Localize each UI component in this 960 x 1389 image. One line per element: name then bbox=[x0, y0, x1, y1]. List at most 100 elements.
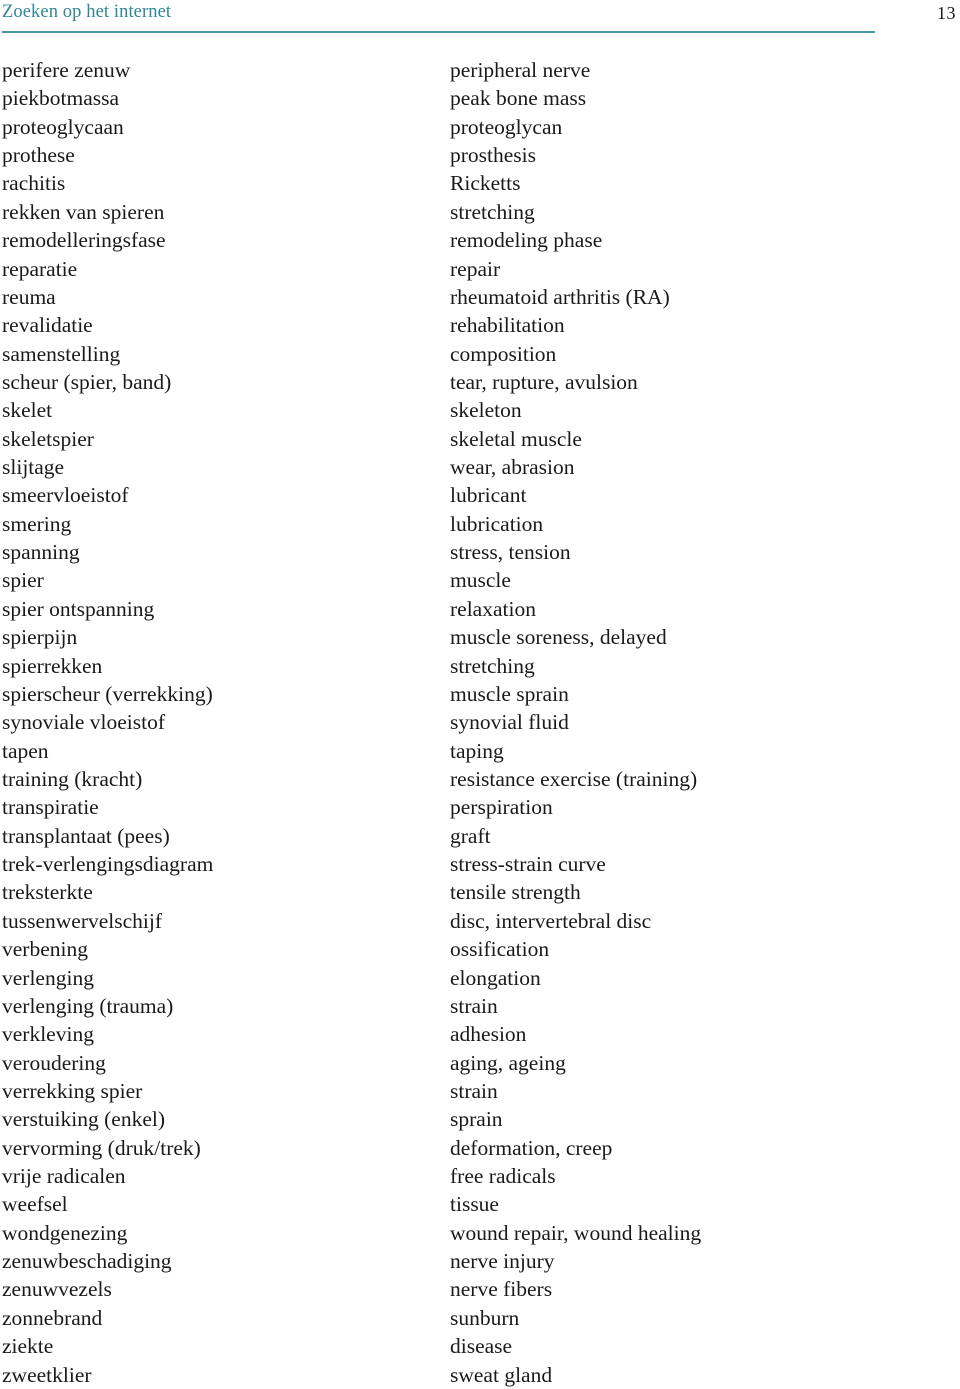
glossary-term-source: prothese bbox=[2, 143, 75, 168]
glossary-term-source: spierpijn bbox=[2, 625, 78, 650]
glossary-term-source: verstuiking (enkel) bbox=[2, 1107, 165, 1132]
glossary-term-source: verrekking spier bbox=[2, 1078, 143, 1103]
glossary-term-target: free radicals bbox=[450, 1164, 556, 1189]
glossary-term-target: tear, rupture, avulsion bbox=[450, 369, 638, 394]
glossary-row: spier ontspanning relaxation bbox=[0, 595, 960, 623]
glossary-term-target: ossification bbox=[450, 937, 550, 962]
glossary-row: reuma rheumatoid arthritis (RA) bbox=[0, 283, 960, 311]
glossary-term-target: Ricketts bbox=[450, 171, 521, 196]
glossary-row: verstuiking (enkel) sprain bbox=[0, 1105, 960, 1133]
glossary-row: vervorming (druk/trek) deformation, creep bbox=[0, 1134, 960, 1162]
glossary-term-target: skeletal muscle bbox=[450, 426, 582, 451]
glossary-term-source: zenuwbeschadiging bbox=[2, 1249, 172, 1274]
glossary-term-source: scheur (spier, band) bbox=[2, 369, 172, 394]
glossary-term-target: stretching bbox=[450, 199, 535, 224]
glossary-row: zenuwvezels nerve fibers bbox=[0, 1275, 960, 1303]
glossary-term-source: spierscheur (verrekking) bbox=[2, 681, 213, 706]
glossary-term-source: rekken van spieren bbox=[2, 199, 165, 224]
glossary-term-source: training (kracht) bbox=[2, 766, 143, 791]
glossary-row: piekbotmassa peak bone mass bbox=[0, 84, 960, 112]
glossary-row: spier muscle bbox=[0, 566, 960, 594]
glossary-term-source: transpiratie bbox=[2, 795, 99, 820]
glossary-row: weefsel tissue bbox=[0, 1190, 960, 1218]
glossary-term-target: muscle soreness, delayed bbox=[450, 625, 667, 650]
glossary-term-target: rheumatoid arthritis (RA) bbox=[450, 284, 670, 309]
glossary-term-target: lubrication bbox=[450, 511, 544, 536]
glossary-term-target: disc, intervertebral disc bbox=[450, 908, 652, 933]
glossary-term-source: remodelleringsfase bbox=[2, 228, 166, 253]
glossary-term-target: deformation, creep bbox=[450, 1135, 613, 1160]
glossary-row: verrekking spier strain bbox=[0, 1077, 960, 1105]
glossary-term-source: veroudering bbox=[2, 1050, 106, 1075]
glossary-row: smeervloeistof lubricant bbox=[0, 481, 960, 509]
glossary-term-target: sunburn bbox=[450, 1305, 520, 1330]
glossary-row: slijtage wear, abrasion bbox=[0, 453, 960, 481]
glossary-term-target: composition bbox=[450, 341, 557, 366]
glossary-term-target: peak bone mass bbox=[450, 86, 587, 111]
glossary-term-target: synovial fluid bbox=[450, 710, 569, 735]
glossary-row: training (kracht) resistance exercise (tr… bbox=[0, 765, 960, 793]
glossary-term-source: perifere zenuw bbox=[2, 58, 131, 82]
glossary-row: transplantaat (pees) graft bbox=[0, 822, 960, 850]
glossary-term-target: perspiration bbox=[450, 795, 553, 820]
glossary-term-target: stress-strain curve bbox=[450, 852, 606, 877]
glossary-term-source: tapen bbox=[2, 738, 49, 763]
glossary-term-target: wound repair, wound healing bbox=[450, 1220, 702, 1245]
glossary-term-source: verbening bbox=[2, 937, 88, 962]
glossary-term-source: verlenging (trauma) bbox=[2, 993, 174, 1018]
glossary-term-source: spierrekken bbox=[2, 653, 103, 678]
glossary-term-target: prosthesis bbox=[450, 143, 536, 168]
glossary-row: treksterkte tensile strength bbox=[0, 878, 960, 906]
glossary-term-target: sweat gland bbox=[450, 1362, 553, 1387]
glossary-term-target: aging, ageing bbox=[450, 1050, 566, 1075]
glossary-row: verbening ossification bbox=[0, 935, 960, 963]
glossary-term-target: sprain bbox=[450, 1107, 503, 1132]
glossary-term-source: transplantaat (pees) bbox=[2, 823, 170, 848]
glossary-term-source: verlenging bbox=[2, 965, 94, 990]
glossary-row: zonnebrand sunburn bbox=[0, 1304, 960, 1332]
glossary-term-target: peripheral nerve bbox=[450, 58, 591, 82]
glossary-row: revalidatie rehabilitation bbox=[0, 311, 960, 339]
glossary-term-source: ziekte bbox=[2, 1334, 54, 1359]
glossary-term-source: reuma bbox=[2, 284, 56, 309]
glossary-term-target: adhesion bbox=[450, 1022, 527, 1047]
glossary-row: zweetklier sweat gland bbox=[0, 1361, 960, 1389]
glossary-term-target: repair bbox=[450, 256, 501, 281]
glossary-term-target: taping bbox=[450, 738, 504, 763]
glossary-term-source: tussenwervelschijf bbox=[2, 908, 163, 933]
glossary-term-source: skelet bbox=[2, 398, 53, 423]
glossary-row: spierpijn muscle soreness, delayed bbox=[0, 623, 960, 651]
glossary-row: samenstelling composition bbox=[0, 340, 960, 368]
glossary-term-source: vrije radicalen bbox=[2, 1164, 126, 1189]
glossary-term-target: wear, abrasion bbox=[450, 455, 575, 480]
glossary-row: skelet skeleton bbox=[0, 396, 960, 424]
glossary-term-target: nerve injury bbox=[450, 1249, 555, 1274]
glossary-row: prothese prosthesis bbox=[0, 141, 960, 169]
glossary-term-source: wondgenezing bbox=[2, 1220, 128, 1245]
glossary-term-target: disease bbox=[450, 1334, 513, 1359]
glossary-row: tussenwervelschijf disc, intervertebral d… bbox=[0, 907, 960, 935]
glossary-term-source: zonnebrand bbox=[2, 1305, 103, 1330]
glossary-term-target: stress, tension bbox=[450, 540, 571, 565]
glossary-term-target: tensile strength bbox=[450, 880, 581, 905]
glossary-term-source: spier ontspanning bbox=[2, 596, 155, 621]
glossary-term-target: proteoglycan bbox=[450, 114, 563, 139]
glossary-term-source: spanning bbox=[2, 540, 80, 565]
glossary-row: synoviale vloeistof synovial fluid bbox=[0, 708, 960, 736]
glossary-row: trek-verlengingsdiagram stress-strain cur… bbox=[0, 850, 960, 878]
glossary-term-source: slijtage bbox=[2, 455, 65, 480]
glossary-term-source: rachitis bbox=[2, 171, 66, 196]
glossary-term-source: samenstelling bbox=[2, 341, 121, 366]
glossary-term-target: tissue bbox=[450, 1192, 499, 1217]
glossary-row: rekken van spieren stretching bbox=[0, 198, 960, 226]
glossary-term-target: skeleton bbox=[450, 398, 522, 423]
glossary-term-target: relaxation bbox=[450, 596, 536, 621]
glossary-row: tapen taping bbox=[0, 737, 960, 765]
glossary-row: perifere zenuw peripheral nerve bbox=[0, 56, 960, 84]
glossary-term-target: rehabilitation bbox=[450, 313, 565, 338]
glossary-row: spanning stress, tension bbox=[0, 538, 960, 566]
glossary-list: perifere zenuw peripheral nerve piekbotmas… bbox=[0, 56, 960, 1389]
glossary-term-source: spier bbox=[2, 568, 44, 593]
glossary-term-source: piekbotmassa bbox=[2, 86, 120, 111]
glossary-row: scheur (spier, band) tear, rupture, avuls… bbox=[0, 368, 960, 396]
